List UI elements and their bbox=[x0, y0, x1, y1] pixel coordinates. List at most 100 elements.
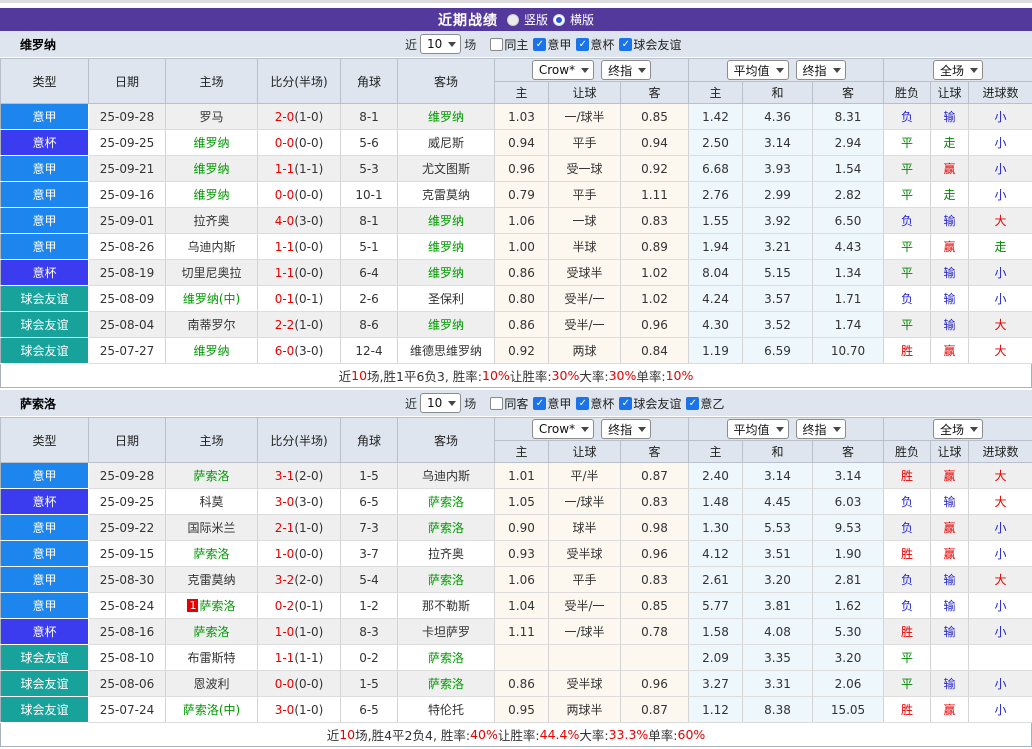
match-type-badge: 意杯 bbox=[1, 489, 89, 515]
match-type-badge: 球会友谊 bbox=[1, 312, 89, 338]
avg-source-select[interactable]: 平均值 bbox=[727, 60, 789, 80]
column-header: 客 bbox=[813, 82, 884, 104]
home-team: 切里尼奥拉 bbox=[166, 260, 258, 286]
column-header: 类型 bbox=[1, 418, 89, 463]
odds-select-group: Crow* 终指 bbox=[495, 418, 689, 441]
avg-stage-select[interactable]: 终指 bbox=[796, 419, 846, 439]
team-filter-bar: 维罗纳近10场同主✓意甲✓意杯✓球会友谊 bbox=[0, 31, 1032, 58]
away-team: 圣保利 bbox=[398, 286, 495, 312]
halftime-score: (0-0) bbox=[294, 547, 323, 561]
column-header: 日期 bbox=[89, 418, 166, 463]
avg-source-select[interactable]: 平均值 bbox=[727, 419, 789, 439]
checkbox-unchecked-icon[interactable] bbox=[490, 397, 503, 410]
scope-select-group: 全场 bbox=[884, 418, 1032, 441]
column-header: 让球 bbox=[549, 82, 621, 104]
halftime-score: (3-0) bbox=[294, 495, 323, 509]
corner-score: 5-4 bbox=[341, 567, 398, 593]
score: 2-0(1-0) bbox=[258, 104, 341, 130]
layout-radio-group: 竖版横版 bbox=[507, 11, 594, 28]
filter-checkbox[interactable]: ✓意甲 bbox=[533, 36, 571, 53]
match-date: 25-09-22 bbox=[89, 515, 166, 541]
filter-checkbox[interactable]: ✓球会友谊 bbox=[619, 36, 681, 53]
games-label: 场 bbox=[464, 395, 476, 412]
odds-source-select[interactable]: Crow* bbox=[532, 60, 594, 80]
result-goals: 小 bbox=[969, 541, 1032, 567]
score: 0-0(0-0) bbox=[258, 182, 341, 208]
home-team-name: 萨索洛 bbox=[193, 547, 229, 561]
away-team-name: 克雷莫纳 bbox=[422, 188, 470, 202]
home-team: 恩波利 bbox=[166, 671, 258, 697]
chevron-down-icon bbox=[776, 68, 784, 73]
match-date: 25-09-25 bbox=[89, 130, 166, 156]
match-date: 25-08-06 bbox=[89, 671, 166, 697]
checkbox-checked-icon[interactable]: ✓ bbox=[619, 38, 632, 51]
score: 3-1(2-0) bbox=[258, 463, 341, 489]
corner-score: 1-2 bbox=[341, 593, 398, 619]
result-goals: 大 bbox=[969, 338, 1032, 364]
fulltime-score: 0-1 bbox=[275, 292, 295, 306]
avg-home-odds: 1.55 bbox=[689, 208, 743, 234]
filter-checkbox[interactable]: ✓意甲 bbox=[533, 395, 571, 412]
odds-select-group: Crow* 终指 bbox=[495, 59, 689, 82]
home-team-name: 萨索洛(中) bbox=[183, 703, 240, 717]
avg-stage-select-value: 终指 bbox=[803, 421, 827, 438]
result-goals: 小 bbox=[969, 286, 1032, 312]
odds-stage-select[interactable]: 终指 bbox=[601, 60, 651, 80]
avg-home-odds: 6.68 bbox=[689, 156, 743, 182]
halftime-score: (0-0) bbox=[294, 188, 323, 202]
fulltime-score: 0-0 bbox=[275, 677, 295, 691]
filter-checkbox[interactable]: 同客 bbox=[490, 395, 528, 412]
checkbox-checked-icon[interactable]: ✓ bbox=[533, 397, 546, 410]
filter-checkbox[interactable]: ✓意乙 bbox=[686, 395, 724, 412]
fulltime-score: 1-0 bbox=[275, 625, 295, 639]
filter-checkbox[interactable]: ✓意杯 bbox=[576, 36, 614, 53]
scope-select[interactable]: 全场 bbox=[933, 60, 983, 80]
away-team: 拉齐奥 bbox=[398, 541, 495, 567]
match-type-badge: 意甲 bbox=[1, 208, 89, 234]
column-header: 进球数 bbox=[969, 82, 1032, 104]
filter-checkbox[interactable]: ✓意杯 bbox=[576, 395, 614, 412]
filter-checkbox[interactable]: 同主 bbox=[490, 36, 528, 53]
away-team: 克雷莫纳 bbox=[398, 182, 495, 208]
scope-select[interactable]: 全场 bbox=[933, 419, 983, 439]
odds-stage-select[interactable]: 终指 bbox=[601, 419, 651, 439]
recent-count-select[interactable]: 10 bbox=[420, 393, 461, 413]
scope-select-value: 全场 bbox=[940, 62, 964, 79]
away-team-name: 维德思维罗纳 bbox=[410, 344, 482, 358]
recent-count-select[interactable]: 10 bbox=[420, 34, 461, 54]
match-date: 25-08-09 bbox=[89, 286, 166, 312]
checkbox-checked-icon[interactable]: ✓ bbox=[576, 38, 589, 51]
summary-segment: 40% bbox=[470, 727, 498, 742]
avg-stage-select[interactable]: 终指 bbox=[796, 60, 846, 80]
result-handicap: 走 bbox=[931, 182, 969, 208]
match-row: 意杯25-08-19切里尼奥拉1-1(0-0)6-4维罗纳0.86受球半1.02… bbox=[1, 260, 1032, 286]
result-outcome: 负 bbox=[884, 567, 931, 593]
home-team: 维罗纳(中) bbox=[166, 286, 258, 312]
home-team-name: 恩波利 bbox=[193, 677, 229, 691]
filter-checkbox[interactable]: ✓球会友谊 bbox=[619, 395, 681, 412]
radio-unselected-icon[interactable] bbox=[507, 14, 519, 26]
score: 0-0(0-0) bbox=[258, 130, 341, 156]
checkbox-checked-icon[interactable]: ✓ bbox=[619, 397, 632, 410]
home-team: 乌迪内斯 bbox=[166, 234, 258, 260]
halftime-score: (1-0) bbox=[294, 110, 323, 124]
checkbox-checked-icon[interactable]: ✓ bbox=[576, 397, 589, 410]
radio-selected-icon[interactable] bbox=[553, 14, 565, 26]
avg-draw-odds: 3.31 bbox=[743, 671, 813, 697]
home-team: 克雷莫纳 bbox=[166, 567, 258, 593]
match-row: 球会友谊25-08-04南蒂罗尔2-2(1-0)8-6维罗纳0.86受半/一0.… bbox=[1, 312, 1032, 338]
result-outcome: 负 bbox=[884, 208, 931, 234]
away-team: 维德思维罗纳 bbox=[398, 338, 495, 364]
checkbox-checked-icon[interactable]: ✓ bbox=[686, 397, 699, 410]
halftime-score: (1-0) bbox=[294, 625, 323, 639]
handicap-home-odds: 0.90 bbox=[495, 515, 549, 541]
odds-source-select[interactable]: Crow* bbox=[532, 419, 594, 439]
checkbox-checked-icon[interactable]: ✓ bbox=[533, 38, 546, 51]
chevron-down-icon bbox=[970, 427, 978, 432]
avg-away-odds: 2.81 bbox=[813, 567, 884, 593]
handicap-away-odds: 0.98 bbox=[621, 515, 689, 541]
result-outcome: 平 bbox=[884, 234, 931, 260]
match-row: 意甲25-09-28罗马2-0(1-0)8-1维罗纳1.03一/球半0.851.… bbox=[1, 104, 1032, 130]
checkbox-unchecked-icon[interactable] bbox=[490, 38, 503, 51]
fulltime-score: 2-2 bbox=[275, 318, 295, 332]
